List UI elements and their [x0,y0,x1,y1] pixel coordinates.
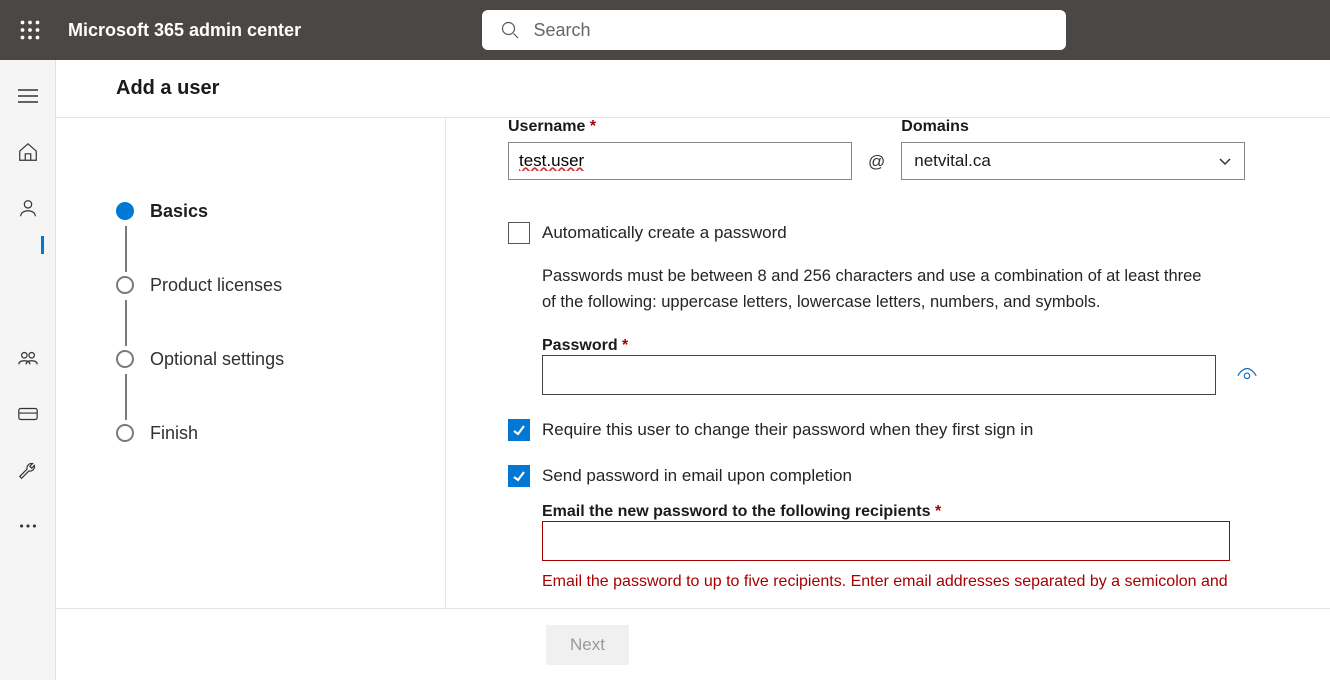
app-launcher-button[interactable] [0,20,60,40]
required-mark: * [935,503,941,520]
nav-toggle-button[interactable] [16,84,40,108]
email-recipients-label: Email the new password to the following … [542,503,941,520]
panel-title: Add a user [116,77,219,100]
home-icon[interactable] [16,140,40,164]
wizard-nav: Basics Product licenses Optional setting… [56,118,446,608]
search-icon [500,20,520,40]
require-password-change-checkbox[interactable]: Require this user to change their passwo… [508,419,1270,441]
password-help-text: Passwords must be between 8 and 256 char… [542,264,1202,315]
password-label: Password * [542,337,628,354]
more-icon[interactable] [16,514,40,538]
email-recipients-error: Email the password to up to five recipie… [542,573,1242,591]
auto-create-password-checkbox[interactable]: Automatically create a password [508,222,1270,244]
user-basics-form: Username * @ Domains netvital.ca Automat… [446,118,1330,608]
username-field: Username * [508,118,852,180]
setup-icon[interactable] [16,458,40,482]
wizard-step-basics[interactable]: Basics [116,174,425,248]
checkbox-icon [508,465,530,487]
step-indicator-icon [116,276,134,294]
domains-label: Domains [901,118,1245,136]
step-label: Optional settings [150,349,284,370]
require-password-change-label: Require this user to change their passwo… [542,420,1033,440]
email-recipients-field: Email the new password to the following … [542,503,1270,591]
add-user-panel: Add a user Basics Product licenses Optio… [56,60,1330,680]
step-indicator-icon [116,424,134,442]
send-password-email-checkbox[interactable]: Send password in email upon completion [508,465,1270,487]
rail-selection-indicator [41,236,44,254]
eye-icon [1236,363,1258,385]
search-box-wrap [482,10,1066,50]
domain-dropdown[interactable]: netvital.ca [901,142,1245,180]
billing-icon[interactable] [16,402,40,426]
wizard-step-finish[interactable]: Finish [116,396,425,470]
wizard-step-product-licenses[interactable]: Product licenses [116,248,425,322]
password-input[interactable] [542,355,1216,395]
required-mark: * [590,118,596,135]
step-indicator-icon [116,350,134,368]
group-icon[interactable] [16,346,40,370]
wizard-step-optional-settings[interactable]: Optional settings [116,322,425,396]
domains-field: Domains netvital.ca [901,118,1245,180]
user-icon[interactable] [16,196,40,220]
panel-header: Add a user [56,60,1330,118]
step-indicator-icon [116,202,134,220]
top-bar: Microsoft 365 admin center [0,0,1330,60]
chevron-down-icon [1218,154,1232,168]
step-label: Basics [150,201,208,222]
domain-selected-value: netvital.ca [914,151,991,171]
at-symbol: @ [868,152,885,180]
search-input[interactable] [482,10,1066,50]
waffle-icon [20,20,40,40]
next-button[interactable]: Next [546,625,629,665]
send-password-email-label: Send password in email upon completion [542,466,852,486]
wizard-step-list: Basics Product licenses Optional setting… [116,174,425,470]
panel-footer: Next [56,608,1330,680]
checkbox-icon [508,419,530,441]
step-label: Finish [150,423,198,444]
app-title: Microsoft 365 admin center [68,20,301,41]
username-input[interactable] [508,142,852,180]
step-label: Product licenses [150,275,282,296]
left-nav-rail [0,60,56,680]
username-label: Username * [508,118,852,136]
password-field: Password * [542,337,1270,395]
checkbox-icon [508,222,530,244]
auto-create-password-label: Automatically create a password [542,223,787,243]
email-recipients-input[interactable] [542,521,1230,561]
reveal-password-button[interactable] [1236,363,1258,385]
required-mark: * [622,337,628,354]
